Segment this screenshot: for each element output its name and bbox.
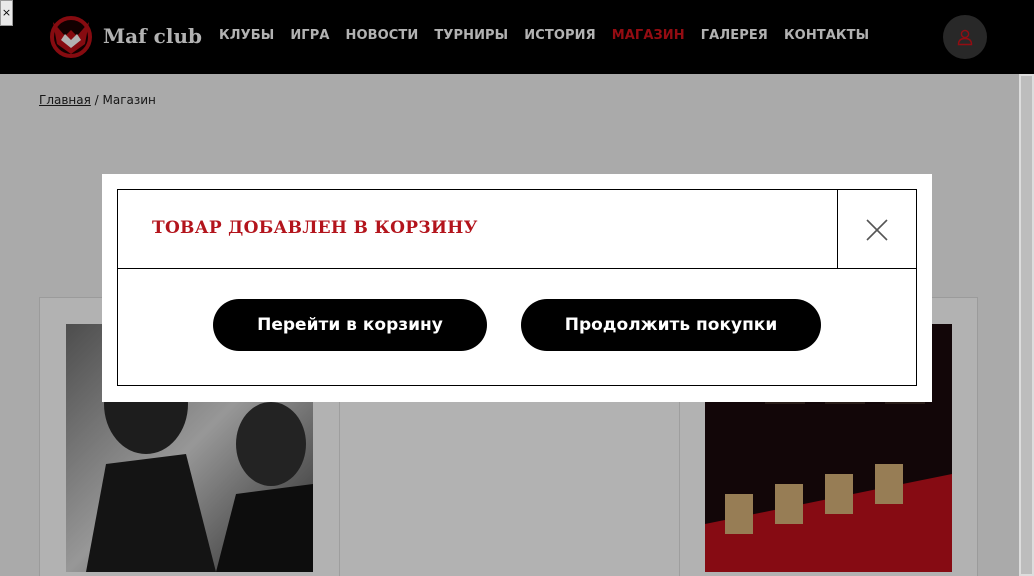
scrollbar[interactable] <box>1019 74 1034 576</box>
modal-header: ТОВАР ДОБАВЛЕН В КОРЗИНУ <box>118 190 916 269</box>
scrollbar-thumb[interactable] <box>1021 76 1032 574</box>
modal-close-button[interactable] <box>837 190 916 269</box>
added-to-cart-modal: ТОВАР ДОБАВЛЕН В КОРЗИНУ Перейти в корзи… <box>102 174 932 402</box>
modal-title: ТОВАР ДОБАВЛЕН В КОРЗИНУ <box>152 218 478 238</box>
modal-frame: ТОВАР ДОБАВЛЕН В КОРЗИНУ Перейти в корзи… <box>117 189 917 386</box>
continue-shopping-button[interactable]: Продолжить покупки <box>521 299 821 351</box>
go-to-cart-button[interactable]: Перейти в корзину <box>213 299 487 351</box>
window-close-button[interactable]: × <box>0 0 13 26</box>
close-icon <box>866 218 888 241</box>
